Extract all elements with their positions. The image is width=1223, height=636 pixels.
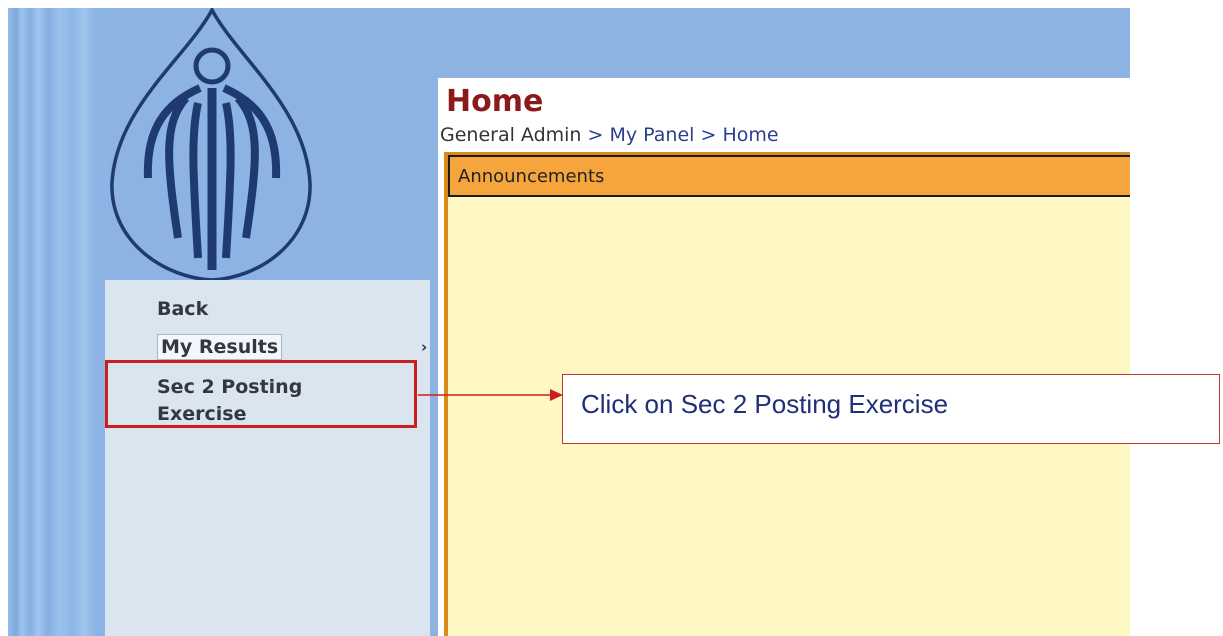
side-menu: Back My Results › Sec 2 Posting Exercise <box>105 280 430 636</box>
app-screen: Back My Results › Sec 2 Posting Exercise… <box>8 8 1130 636</box>
announcements-header: Announcements <box>448 155 1130 197</box>
arrow-right-icon <box>418 389 563 401</box>
chevron-right-icon: › <box>421 338 428 356</box>
main-content: Home General Admin > My Panel > Home Ann… <box>438 78 1130 636</box>
callout-text: Click on Sec 2 Posting Exercise <box>581 389 949 419</box>
menu-item-back[interactable]: Back <box>157 298 208 320</box>
page-title: Home <box>446 84 544 119</box>
sidebar-stripes <box>8 8 108 636</box>
breadcrumb-my-panel[interactable]: My Panel <box>610 124 695 146</box>
announcements-title: Announcements <box>458 166 605 187</box>
breadcrumb: General Admin > My Panel > Home <box>440 124 779 146</box>
breadcrumb-general-admin[interactable]: General Admin <box>440 124 581 146</box>
leaf-drop-logo-icon <box>110 8 312 282</box>
breadcrumb-separator: > <box>700 124 717 146</box>
breadcrumb-home[interactable]: Home <box>722 124 778 146</box>
highlight-box <box>105 360 417 428</box>
menu-item-my-results[interactable]: My Results <box>157 334 283 360</box>
breadcrumb-separator: > <box>587 124 604 146</box>
instruction-callout: Click on Sec 2 Posting Exercise <box>562 374 1220 444</box>
